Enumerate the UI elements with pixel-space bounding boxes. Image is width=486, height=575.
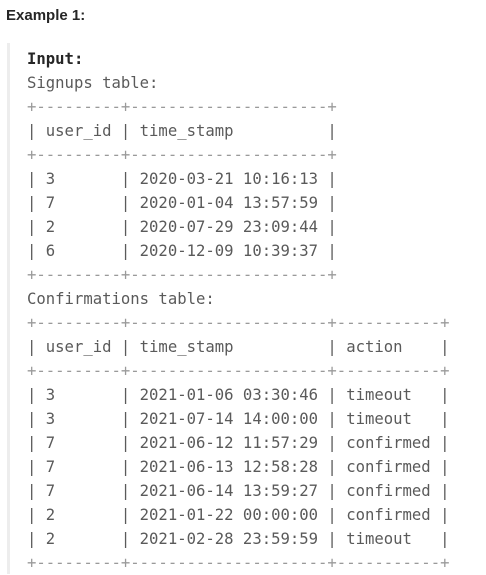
- signups-table-row: | 6 | 2020-12-09 10:39:37 |: [27, 242, 337, 260]
- signups-table-row: | 7 | 2020-01-04 13:57:59 |: [27, 194, 337, 212]
- confirmations-table-row: | 7 | 2021-06-14 13:59:27 | confirmed |: [27, 482, 450, 500]
- example-heading: Example 1:: [6, 7, 86, 24]
- confirmations-table-header: | user_id | time_stamp | action |: [27, 338, 450, 356]
- signups-table-top-border: +---------+---------------------+: [27, 98, 337, 116]
- signups-table-header-border: +---------+---------------------+: [27, 146, 337, 164]
- signups-table-label: Signups table:: [27, 74, 159, 92]
- confirmations-table-row: | 2 | 2021-01-22 00:00:00 | confirmed |: [27, 506, 450, 524]
- confirmations-table-bottom-border: +---------+---------------------+-------…: [27, 554, 450, 572]
- confirmations-table-header-border: +---------+---------------------+-------…: [27, 362, 450, 380]
- confirmations-table-row: | 3 | 2021-01-06 03:30:46 | timeout |: [27, 386, 450, 404]
- example-code-block: Input: Signups table: +---------+-------…: [7, 43, 486, 574]
- confirmations-table-row: | 7 | 2021-06-13 12:58:28 | confirmed |: [27, 458, 450, 476]
- blockquote-rule: [7, 43, 10, 574]
- signups-table-row: | 3 | 2020-03-21 10:16:13 |: [27, 170, 337, 188]
- signups-table-bottom-border: +---------+---------------------+: [27, 266, 337, 284]
- signups-table-header: | user_id | time_stamp |: [27, 122, 337, 140]
- confirmations-table-top-border: +---------+---------------------+-------…: [27, 314, 450, 332]
- input-label: Input:: [27, 50, 84, 68]
- confirmations-table-row: | 7 | 2021-06-12 11:57:29 | confirmed |: [27, 434, 450, 452]
- example-preformatted-text: Input: Signups table: +---------+-------…: [27, 47, 449, 575]
- confirmations-table-row: | 3 | 2021-07-14 14:00:00 | timeout |: [27, 410, 450, 428]
- signups-table-row: | 2 | 2020-07-29 23:09:44 |: [27, 218, 337, 236]
- confirmations-table-label: Confirmations table:: [27, 290, 215, 308]
- confirmations-table-row: | 2 | 2021-02-28 23:59:59 | timeout |: [27, 530, 450, 548]
